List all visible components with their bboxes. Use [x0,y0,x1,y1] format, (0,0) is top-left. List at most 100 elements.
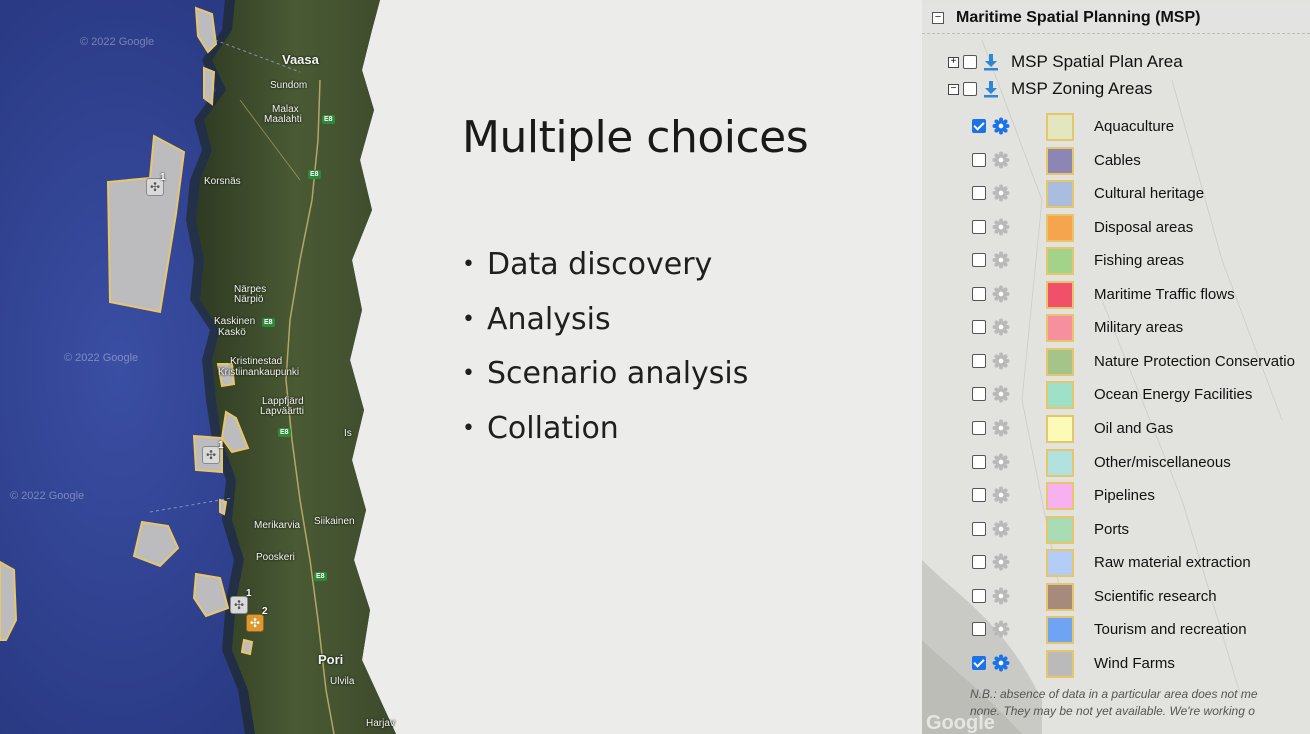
layer-checkbox[interactable] [972,152,986,167]
settings-gear-icon[interactable] [992,419,1010,437]
layer-checkbox[interactable] [972,286,986,301]
layer-label: Wind Farms [1094,654,1175,672]
layer-row[interactable]: Other/miscellaneous [972,447,1310,477]
place-label: Kaskö [218,327,246,338]
layer-checkbox[interactable] [972,320,986,335]
layer-label: Aquaculture [1094,118,1175,135]
settings-gear-icon[interactable] [992,453,1010,471]
layer-row[interactable]: Oil and Gas [972,413,1310,443]
settings-gear-icon[interactable] [992,151,1010,169]
layer-group-spatial-plan-area[interactable]: + MSP Spatial Plan Area [948,50,1183,74]
settings-gear-icon[interactable] [992,486,1010,504]
layer-row[interactable]: Ocean Energy Facilities [972,379,1310,410]
layer-row[interactable]: Pipelines [972,480,1310,511]
layer-checkbox[interactable] [972,655,986,670]
settings-gear-icon[interactable] [992,184,1010,202]
settings-gear-icon[interactable] [992,385,1010,403]
layer-group-zoning-areas[interactable]: − MSP Zoning Areas [948,77,1152,101]
legend-swatch [1046,649,1074,678]
legend-swatch [1046,347,1074,376]
layer-label: Other/miscellaneous [1094,453,1231,471]
map-view-left[interactable]: © 2022 Google © 2022 Google © 2022 Googl… [0,0,400,734]
layer-checkbox[interactable] [972,454,986,469]
settings-gear-icon[interactable] [992,251,1010,269]
layer-label: Fishing areas [1094,252,1185,270]
settings-gear-icon[interactable] [992,620,1010,638]
layer-row[interactable]: Scientific research [972,581,1310,611]
layer-checkbox[interactable] [972,588,986,603]
bullet-item: • Analysis [462,293,748,348]
layer-row[interactable]: Maritime Traffic flows [972,279,1310,309]
place-label: Sundom [270,80,308,91]
bullet-text: Scenario analysis [486,356,749,392]
legend-swatch [1046,414,1074,443]
layer-checkbox[interactable] [972,488,986,503]
bullet-dot-icon: • [462,252,475,278]
layer-checkbox[interactable] [972,119,986,133]
layer-checkbox[interactable] [972,521,986,536]
google-logo: Google [926,712,995,734]
layer-checkbox[interactable] [972,420,986,435]
legend-swatch [1046,113,1074,141]
layer-row[interactable]: Nature Protection Conservatio [972,346,1310,376]
layer-label: Oil and Gas [1094,419,1174,437]
group-checkbox[interactable] [963,82,977,96]
settings-gear-icon[interactable] [992,318,1010,336]
collapse-icon[interactable]: − [948,83,959,95]
place-label: Is [344,428,352,439]
layer-label: Scientific research [1094,587,1217,605]
bullet-dot-icon: • [462,415,475,441]
disclaimer-note: N.B.: absence of data in a particular ar… [970,686,1258,720]
map-watermark: © 2022 Google [10,490,85,502]
layer-checkbox[interactable] [972,622,986,637]
settings-gear-icon[interactable] [992,553,1010,571]
place-label: Kristiinankaupunki [218,367,300,378]
layer-row[interactable]: Military areas [972,312,1310,343]
layer-row[interactable]: Wind Farms [972,648,1310,678]
settings-gear-icon[interactable] [992,587,1010,605]
bullet-text: Analysis [486,301,611,337]
layer-checkbox[interactable] [972,219,986,234]
expand-icon[interactable]: + [948,56,959,68]
legend-swatch [1046,213,1074,242]
settings-gear-icon[interactable] [992,520,1010,538]
layer-checkbox[interactable] [972,353,986,368]
layer-checkbox[interactable] [972,387,986,402]
layer-label: Cables [1094,151,1141,169]
settings-gear-icon[interactable] [992,654,1010,672]
bullet-item: • Data discovery [462,238,748,293]
layer-checkbox[interactable] [972,186,986,201]
place-label: Pori [318,652,344,667]
layer-row[interactable]: Disposal areas [972,212,1310,242]
layer-row[interactable]: Ports [972,514,1310,544]
place-label: Siikainen [314,516,355,527]
place-label: Kaskinen [214,316,256,327]
collapse-icon[interactable]: − [932,12,944,24]
place-label: Pooskeri [256,552,295,563]
bullet-list: • Data discovery • Analysis • Scenario anal… [462,238,748,456]
layer-row[interactable]: Cables [972,145,1310,175]
layer-row[interactable]: Raw material extraction [972,547,1310,578]
layer-checkbox[interactable] [972,555,986,570]
group-label: MSP Spatial Plan Area [1011,52,1183,71]
download-icon[interactable] [983,53,999,71]
settings-gear-icon[interactable] [992,352,1010,370]
settings-gear-icon[interactable] [992,285,1010,303]
note-line: none. They may be not yet available. We'… [970,704,1255,718]
panel-header[interactable]: − Maritime Spatial Planning (MSP) [922,4,1310,34]
note-line: N.B.: absence of data in a particular ar… [970,687,1258,701]
download-icon[interactable] [983,80,999,98]
legend-swatch [1046,180,1074,209]
settings-gear-icon[interactable] [992,117,1010,135]
legend-swatch [1046,314,1074,343]
place-label: Vaasa [282,52,319,67]
layer-row[interactable]: Cultural heritage [972,178,1310,209]
layer-checkbox[interactable] [972,253,986,268]
legend-swatch [1046,515,1074,544]
layer-row[interactable]: Tourism and recreation [972,614,1310,645]
legend-swatch [1046,146,1074,175]
layer-row[interactable]: Fishing areas [972,245,1310,276]
group-checkbox[interactable] [963,55,977,69]
settings-gear-icon[interactable] [992,218,1010,236]
layer-row[interactable]: Aquaculture [972,111,1310,141]
